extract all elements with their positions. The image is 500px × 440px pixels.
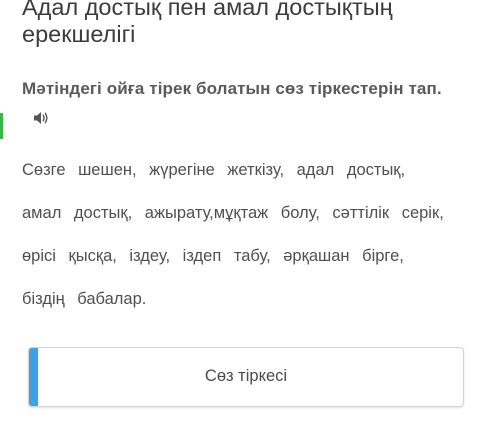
passage-line: амал достық, ажырату,мұқтаж болу, сәттіл… [22,204,444,222]
drop-zone-label: Сөз тіркесі [204,367,288,385]
passage-line: Сөзге шешен, жүрегіне жеткізу, адал дост… [22,161,406,179]
speaker-icon[interactable] [33,110,50,126]
answer-drop-zone[interactable]: Сөз тіркесі [28,347,464,407]
side-indicator [0,113,3,139]
page-title: Адал достық пен амал достықтың ерекшеліг… [22,0,393,47]
passage-line: біздің бабалар. [22,290,147,308]
passage-line: өрісі қысқа, іздеу, іздеп табу, әрқашан … [22,247,404,265]
task-instruction: Мәтіндегі ойға тірек болатын сөз тіркест… [22,79,442,98]
